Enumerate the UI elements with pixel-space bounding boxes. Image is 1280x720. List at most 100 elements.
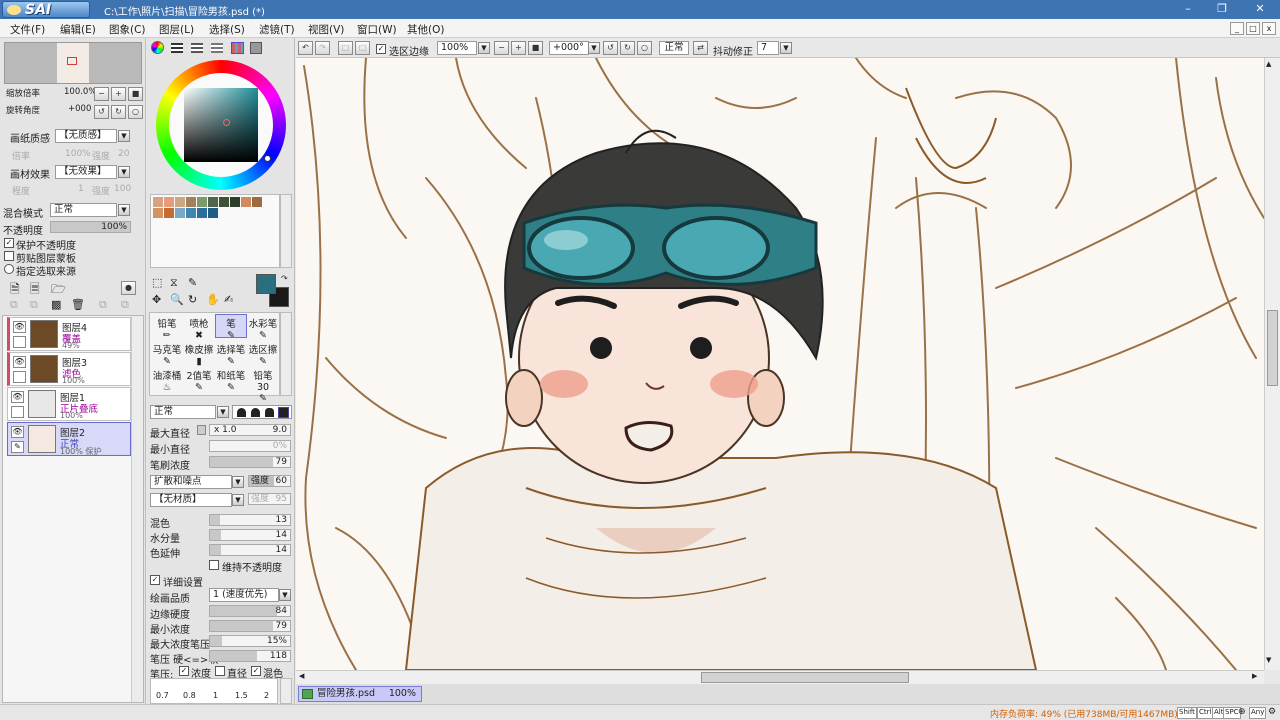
advanced-checkbox[interactable]: ✓ [150, 575, 160, 585]
rotate-right-button[interactable]: ↻ [111, 105, 126, 119]
menu-file[interactable]: 文件(F) [10, 22, 45, 37]
maximize-button[interactable]: ❐ [1205, 0, 1239, 19]
chevron-down-icon[interactable]: ▼ [588, 42, 600, 54]
scroll-up-icon[interactable]: ▲ [1266, 60, 1271, 68]
tool-airbrush[interactable]: 喷枪 ✖ [183, 314, 215, 341]
vertical-scroll-thumb[interactable] [1267, 310, 1278, 386]
swatch-tab-icon[interactable] [231, 42, 244, 54]
zoom-select[interactable]: 100% [437, 41, 477, 55]
zoom-in-button[interactable]: + [111, 87, 126, 101]
max-size-slider[interactable]: x 1.0 9.0 [209, 424, 291, 436]
canvas-rotate-right-button[interactable]: ↻ [620, 41, 635, 55]
pressure-size-checkbox[interactable] [215, 666, 225, 676]
zoom-icon[interactable]: 🔍 [170, 293, 184, 306]
tool-scrollbar[interactable] [280, 312, 292, 396]
zoom-out-button[interactable]: − [94, 87, 109, 101]
brush-shape-selector[interactable] [232, 405, 292, 419]
blend-mode-select[interactable]: 正常 [50, 203, 117, 217]
layer-item-selected[interactable]: 👁 ✎ 图层2 正常 100% 保护 [7, 422, 131, 456]
color-swatch[interactable] [241, 197, 251, 207]
pressure-blend-checkbox[interactable]: ✓ [251, 666, 261, 676]
color-swatch[interactable] [186, 197, 196, 207]
edge-hardness-slider[interactable]: 84 [209, 605, 291, 617]
canvas-zoom-out-button[interactable]: − [494, 41, 509, 55]
drawing-canvas[interactable] [296, 58, 1264, 670]
canvas-rotate-reset-button[interactable]: ○ [637, 41, 652, 55]
horizontal-scrollbar[interactable]: ◀ ▶ [296, 670, 1264, 684]
document-tab[interactable]: 冒险男孩.psd 100% [298, 686, 422, 702]
color-swatch[interactable] [208, 197, 218, 207]
invert-select-button[interactable]: □ [355, 41, 370, 55]
color-swatch[interactable] [175, 208, 185, 218]
lock-toggle[interactable] [13, 371, 26, 383]
color-swatch[interactable] [175, 197, 185, 207]
brush-shape-select[interactable]: 扩散和噪点 [150, 475, 232, 489]
tool-watercolor[interactable]: 水彩笔 ✎ [247, 314, 279, 341]
size-preset[interactable]: 1 [213, 691, 218, 700]
menu-edit[interactable]: 编辑(E) [60, 22, 96, 37]
copy-layer-icon[interactable]: ⧉ [10, 298, 18, 312]
tool-washi-pen[interactable]: 和纸笔 ✎ [215, 366, 247, 393]
scratchpad-tab-icon[interactable] [250, 42, 262, 54]
layer-item[interactable]: 👁 图层4 覆盖 49% [7, 317, 131, 351]
horizontal-scroll-thumb[interactable] [701, 672, 909, 683]
chevron-down-icon[interactable]: ▼ [232, 494, 244, 506]
menu-select[interactable]: 选择(S) [209, 22, 245, 37]
color-swatch[interactable] [219, 197, 229, 207]
brush-texture-select[interactable]: 【无材质】 [150, 493, 232, 507]
size-preset[interactable]: 2 [264, 691, 269, 700]
mdi-minimize-button[interactable]: _ [1230, 22, 1244, 35]
scroll-down-icon[interactable]: ▼ [1266, 656, 1271, 664]
color-swatch[interactable] [164, 197, 174, 207]
color-swatch[interactable] [230, 197, 240, 207]
rotate-left-button[interactable]: ↺ [94, 105, 109, 119]
menu-layer[interactable]: 图层(L) [159, 22, 194, 37]
selection-edge-checkbox[interactable]: ✓ [376, 44, 386, 54]
close-button[interactable]: ✕ [1243, 0, 1277, 19]
pressure-density-checkbox[interactable]: ✓ [179, 666, 189, 676]
eye-icon[interactable]: 👁 [11, 391, 24, 403]
lock-toggle[interactable] [13, 336, 26, 348]
canvas-zoom-in-button[interactable]: + [511, 41, 526, 55]
layer-item[interactable]: 👁 图层3 滤色 100% [7, 352, 131, 386]
primary-color-swatch[interactable] [256, 274, 276, 294]
eyedropper-icon[interactable]: ✍ [224, 293, 233, 306]
zoom-value[interactable]: 100.0% [64, 87, 96, 97]
clear-layer-icon[interactable]: ▩ [51, 298, 61, 311]
color-swatch[interactable] [252, 197, 262, 207]
navigator-preview[interactable] [4, 42, 142, 84]
chevron-down-icon[interactable]: ▼ [118, 204, 130, 216]
color-swatch[interactable] [208, 208, 218, 218]
chevron-down-icon[interactable]: ▼ [279, 589, 291, 601]
rotate-reset-button[interactable]: ○ [128, 105, 143, 119]
quality-select[interactable]: 1 (速度优先) [209, 588, 279, 602]
size-preset[interactable]: 0.8 [183, 691, 196, 700]
min-density-slider[interactable]: 79 [209, 620, 291, 632]
paper-texture-select[interactable]: 【无质感】 [55, 129, 117, 143]
brush-icon[interactable]: ✎ [11, 441, 24, 453]
size-preset[interactable]: 0.7 [156, 691, 169, 700]
redo-button[interactable]: ↷ [315, 41, 330, 55]
rotate-value[interactable]: +000 [68, 104, 91, 114]
color-wheel-tab-icon[interactable] [151, 41, 164, 54]
color-swatch[interactable] [153, 197, 163, 207]
menu-view[interactable]: 视图(V) [308, 22, 344, 37]
density-slider[interactable]: 79 [209, 456, 291, 468]
eye-icon[interactable]: 👁 [13, 321, 26, 333]
scroll-left-icon[interactable]: ◀ [299, 672, 304, 680]
clip-group-checkbox[interactable] [4, 251, 14, 261]
rotate-icon[interactable]: ↻ [188, 293, 197, 306]
rgb-slider-tab-icon[interactable] [171, 43, 183, 53]
rect-select-icon[interactable]: ⬚ [152, 276, 162, 289]
merge-down-icon[interactable]: ⧉ [99, 298, 107, 312]
mdi-close-button[interactable]: x [1262, 22, 1276, 35]
tool-bucket[interactable]: 油漆桶 ♨ [151, 366, 183, 393]
size-preset-scrollbar[interactable] [280, 678, 292, 704]
minimize-button[interactable]: – [1171, 0, 1205, 19]
shape-strength-slider[interactable]: 强度 60 [248, 475, 291, 487]
tool-pencil[interactable]: 铅笔 ✏ [151, 314, 183, 341]
canvas-rotate-left-button[interactable]: ↺ [603, 41, 618, 55]
stabilizer-select[interactable]: 7 [757, 41, 779, 55]
move-icon[interactable]: ✥ [152, 293, 161, 306]
preserve-opacity-checkbox[interactable]: ✓ [4, 238, 14, 248]
